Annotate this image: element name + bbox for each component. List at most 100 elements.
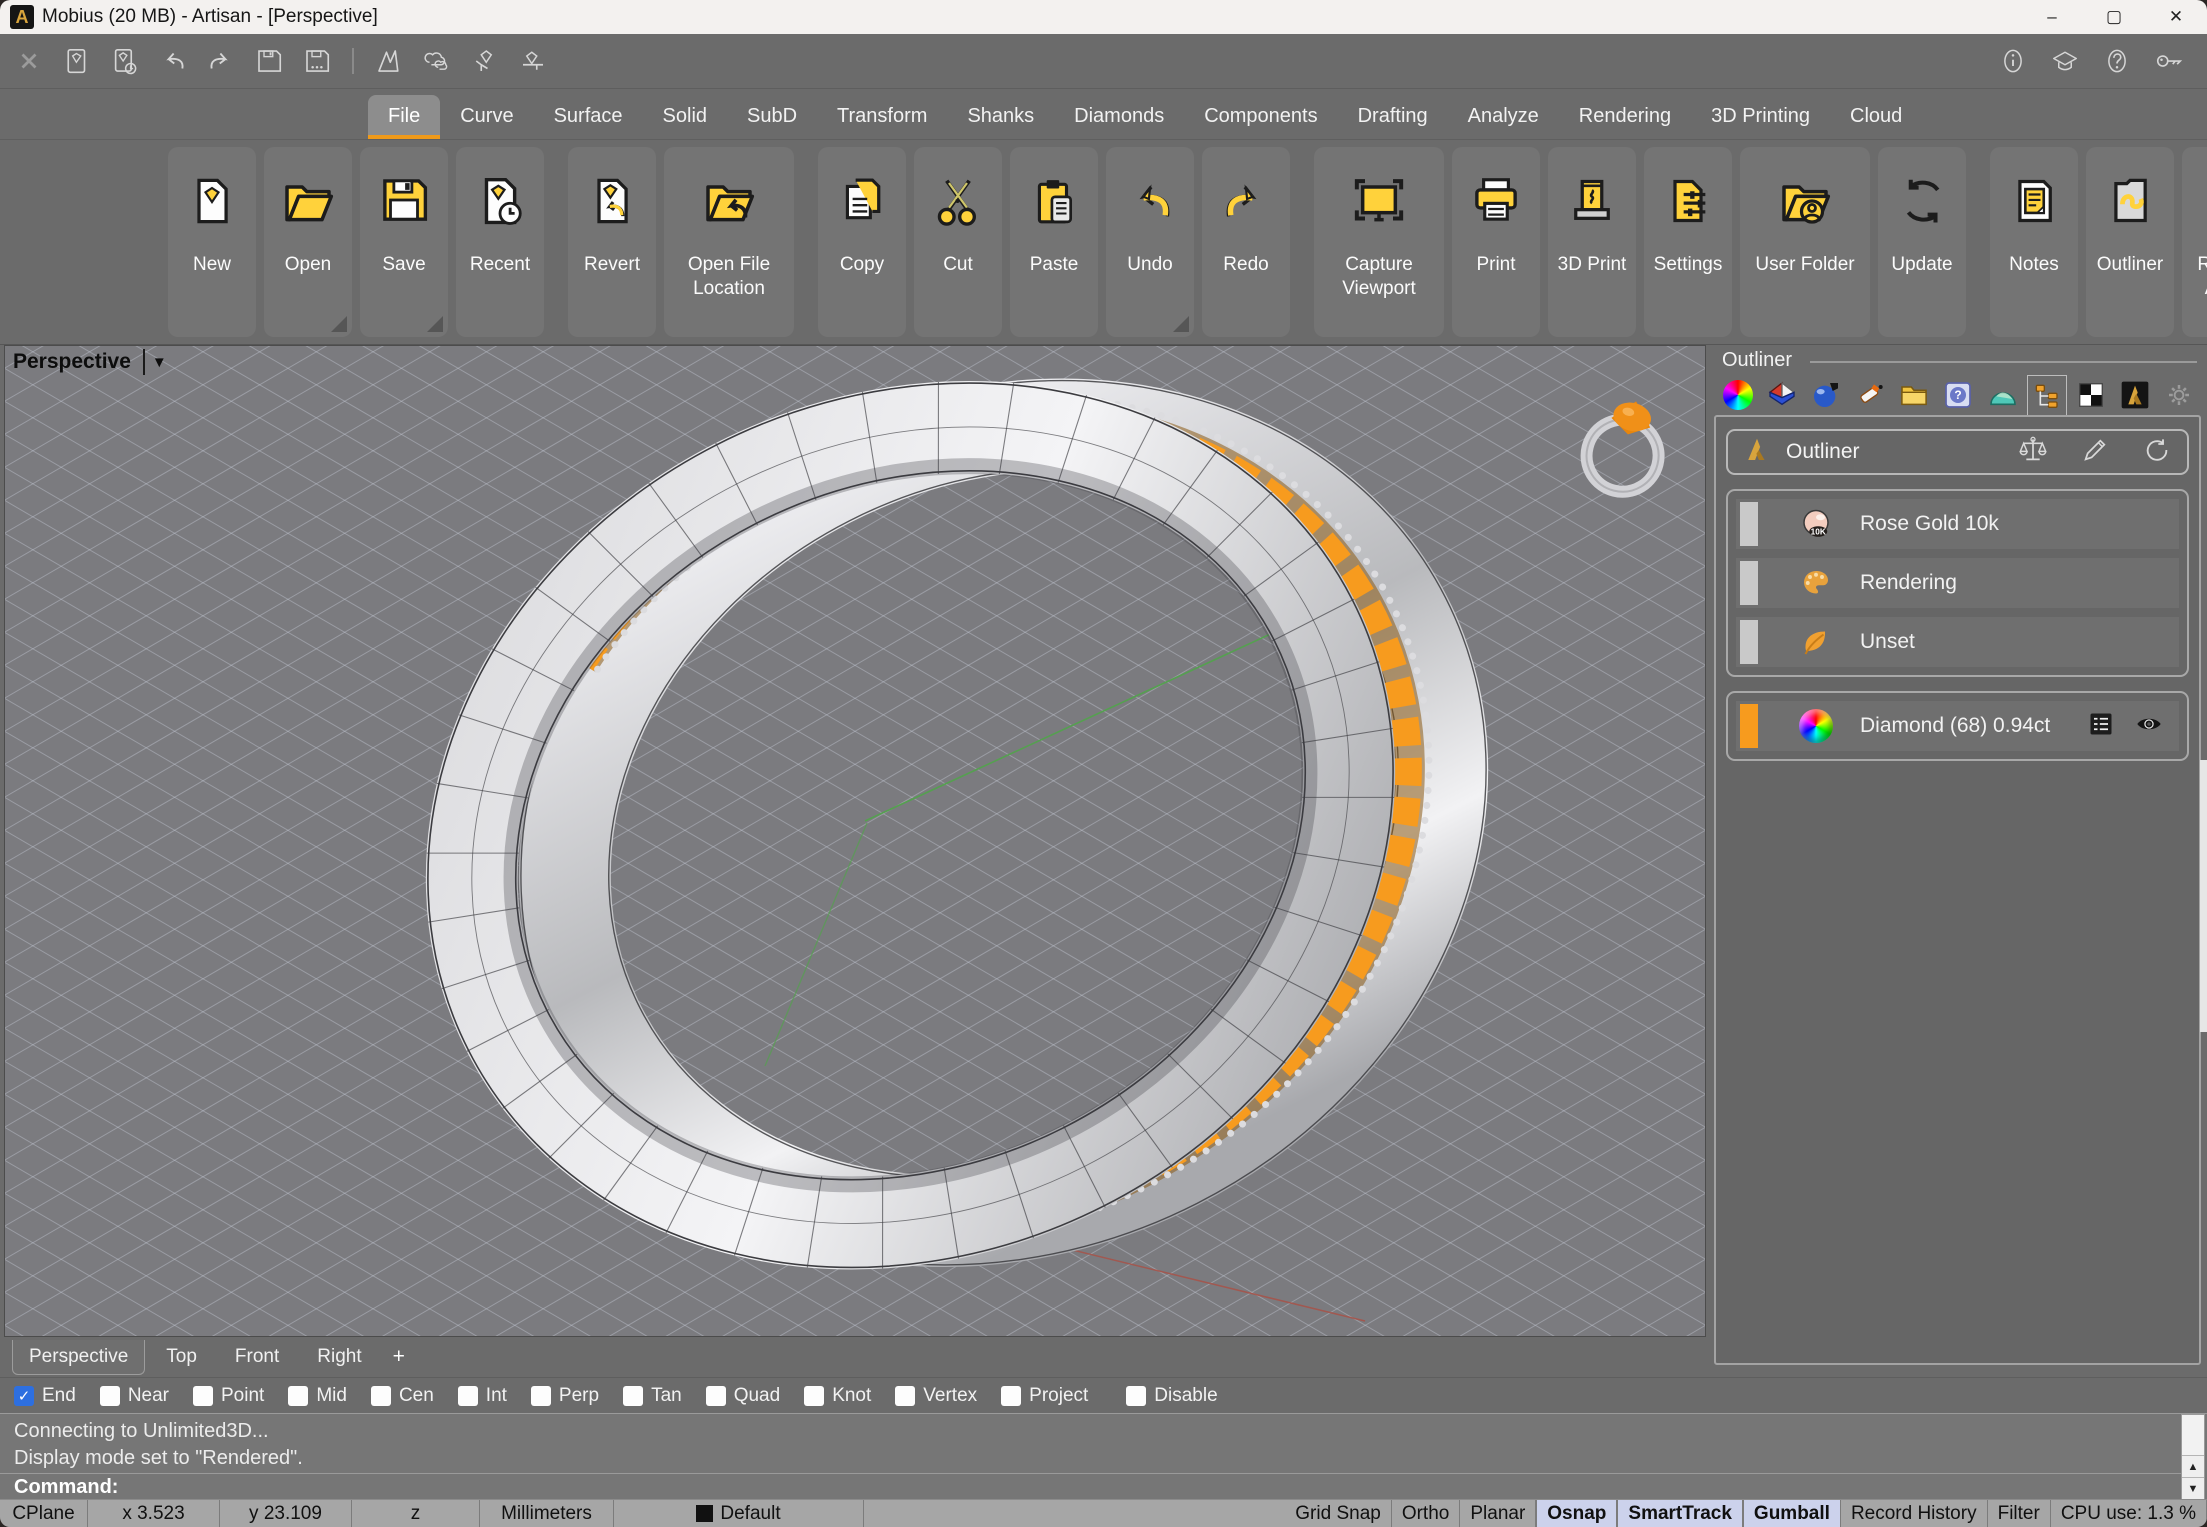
environment-tab-icon[interactable]: [1983, 376, 2023, 414]
license-key-icon[interactable]: [2153, 45, 2185, 77]
checkbox[interactable]: [1126, 1386, 1146, 1406]
save-icon[interactable]: [252, 44, 286, 78]
ribbon-tab-shanks[interactable]: Shanks: [947, 95, 1054, 139]
outliner-row[interactable]: Unset: [1736, 617, 2179, 667]
layers-pie-tab-icon[interactable]: [1762, 376, 1802, 414]
viewport-tab-right[interactable]: Right: [300, 1339, 378, 1375]
checkbox[interactable]: ✓: [14, 1386, 34, 1406]
save-incremental-icon[interactable]: [300, 44, 334, 78]
clouds-icon[interactable]: [420, 44, 454, 78]
ribbon-tab-drafting[interactable]: Drafting: [1338, 95, 1448, 139]
recent-button[interactable]: Recent: [456, 147, 544, 337]
3d-print-button[interactable]: 3D Print: [1548, 147, 1636, 337]
revert-button[interactable]: Revert: [568, 147, 656, 337]
ribbon-tab-surface[interactable]: Surface: [534, 95, 643, 139]
texture-checker-tab-icon[interactable]: [2071, 376, 2111, 414]
command-area[interactable]: Connecting to Unlimited3D...Display mode…: [0, 1413, 2207, 1499]
outliner-row[interactable]: Rendering: [1736, 558, 2179, 608]
status-ortho[interactable]: Ortho: [1392, 1500, 1461, 1527]
command-scrollbar[interactable]: ▲ ▼: [2181, 1414, 2205, 1500]
pencil-icon[interactable]: [2079, 434, 2111, 471]
checkbox[interactable]: [895, 1386, 915, 1406]
new-file-icon[interactable]: [60, 44, 94, 78]
save-button[interactable]: Save: [360, 147, 448, 337]
ribbon-tab-file[interactable]: File: [368, 95, 440, 139]
outliner-row[interactable]: 10KRose Gold 10k: [1736, 499, 2179, 549]
status-osnap[interactable]: Osnap: [1536, 1500, 1617, 1527]
settings-button[interactable]: Settings: [1644, 147, 1732, 337]
gem-level-icon[interactable]: [516, 44, 550, 78]
redo-icon[interactable]: [204, 44, 238, 78]
new-button[interactable]: New: [168, 147, 256, 337]
viewport-tab-top[interactable]: Top: [149, 1339, 214, 1375]
viewport-tab-perspective[interactable]: Perspective: [12, 1340, 145, 1375]
color-wheel-tab-icon[interactable]: [1718, 376, 1758, 414]
osnap-end[interactable]: ✓End: [14, 1385, 76, 1407]
status-cpu-use-1-3-[interactable]: CPU use: 1.3 %: [2051, 1500, 2207, 1527]
ribbon-tab-diamonds[interactable]: Diamonds: [1054, 95, 1184, 139]
help-box-tab-icon[interactable]: ?: [1938, 376, 1978, 414]
outliner-scrollbar[interactable]: [2200, 760, 2207, 1032]
osnap-near[interactable]: Near: [100, 1385, 169, 1407]
status-gumball[interactable]: Gumball: [1743, 1500, 1841, 1527]
viewport-title[interactable]: Perspective ▼: [13, 349, 167, 375]
copy-button[interactable]: Copy: [818, 147, 906, 337]
checkbox[interactable]: [288, 1386, 308, 1406]
checkbox[interactable]: [100, 1386, 120, 1406]
osnap-tan[interactable]: Tan: [623, 1385, 682, 1407]
osnap-quad[interactable]: Quad: [706, 1385, 780, 1407]
status-record-history[interactable]: Record History: [1841, 1500, 1988, 1527]
status-grid-snap[interactable]: Grid Snap: [1285, 1500, 1392, 1527]
gem-extract-icon[interactable]: [468, 44, 502, 78]
flyout-corner-icon[interactable]: [331, 316, 347, 332]
checkbox[interactable]: [193, 1386, 213, 1406]
ribbon-tab-analyze[interactable]: Analyze: [1448, 95, 1559, 139]
status-filter[interactable]: Filter: [1988, 1500, 2051, 1527]
learn-icon[interactable]: [2049, 45, 2081, 77]
capture-viewport-button[interactable]: Capture Viewport: [1314, 147, 1444, 337]
ribbon-tab-solid[interactable]: Solid: [643, 95, 727, 139]
redo-button[interactable]: Redo: [1202, 147, 1290, 337]
scales-icon[interactable]: [2017, 434, 2049, 471]
render-and-animation-button[interactable]: Render and Animation: [2182, 147, 2207, 337]
gear-tab-icon[interactable]: [2159, 376, 2199, 414]
scroll-up-button[interactable]: ▲: [2182, 1455, 2204, 1477]
ribbon-tab-curve[interactable]: Curve: [440, 95, 533, 139]
sketch-icon[interactable]: [372, 44, 406, 78]
checkbox[interactable]: [458, 1386, 478, 1406]
checkbox[interactable]: [706, 1386, 726, 1406]
ribbon-tab-cloud[interactable]: Cloud: [1830, 95, 1922, 139]
status-smarttrack[interactable]: SmartTrack: [1617, 1500, 1743, 1527]
perspective-viewport[interactable]: Perspective ▼: [4, 345, 1706, 1337]
ribbon-tab-subd[interactable]: SubD: [727, 95, 817, 139]
eye-icon[interactable]: [2133, 710, 2165, 743]
checkbox[interactable]: [623, 1386, 643, 1406]
list-icon[interactable]: [2087, 710, 2115, 743]
outliner-row[interactable]: Diamond (68) 0.94ct: [1736, 701, 2179, 751]
checkbox[interactable]: [531, 1386, 551, 1406]
status-planar[interactable]: Planar: [1460, 1500, 1536, 1527]
osnap-mid[interactable]: Mid: [288, 1385, 347, 1407]
viewport-tab-front[interactable]: Front: [218, 1339, 296, 1375]
ribbon-tab-components[interactable]: Components: [1184, 95, 1337, 139]
osnap-cen[interactable]: Cen: [371, 1385, 434, 1407]
ribbon-tab-transform[interactable]: Transform: [817, 95, 947, 139]
checkbox[interactable]: [1001, 1386, 1021, 1406]
status-default[interactable]: Default: [614, 1500, 864, 1527]
artisan-tab-icon[interactable]: [2115, 376, 2155, 414]
scroll-down-button[interactable]: ▼: [2182, 1477, 2204, 1499]
close-button[interactable]: ✕: [2145, 0, 2207, 34]
info-icon[interactable]: [1997, 45, 2029, 77]
update-button[interactable]: Update: [1878, 147, 1966, 337]
add-viewport-button[interactable]: +: [383, 1345, 415, 1369]
chevron-down-icon[interactable]: ▼: [152, 354, 167, 371]
outliner-button[interactable]: Outliner: [2086, 147, 2174, 337]
osnap-knot[interactable]: Knot: [804, 1385, 871, 1407]
paint-tube-tab-icon[interactable]: [1850, 376, 1890, 414]
close-x-icon[interactable]: [12, 44, 46, 78]
viewport-canvas[interactable]: [5, 346, 1705, 1336]
osnap-point[interactable]: Point: [193, 1385, 264, 1407]
status-cplane[interactable]: CPlane: [0, 1500, 88, 1527]
undo-button[interactable]: Undo: [1106, 147, 1194, 337]
refresh-icon[interactable]: [2141, 434, 2173, 471]
